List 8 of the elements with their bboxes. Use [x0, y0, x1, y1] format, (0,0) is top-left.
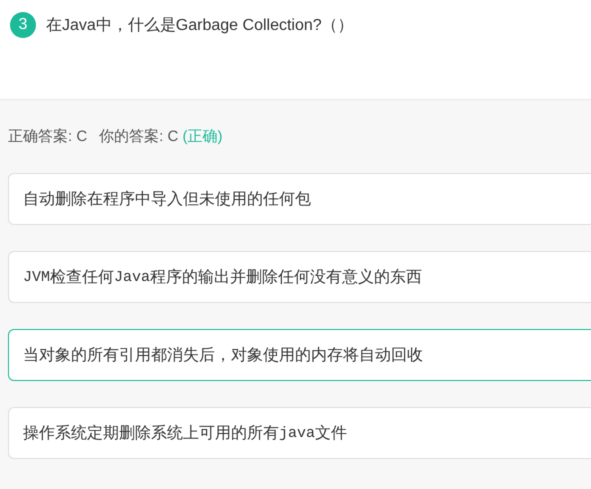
question-number: 3	[10, 12, 36, 38]
question-text: 在Java中，什么是Garbage Collection?（）	[46, 16, 354, 36]
correct-answer: 正确答案: C	[8, 127, 88, 146]
answer-option[interactable]: 操作系统定期删除系统上可用的所有java文件	[8, 407, 591, 459]
your-answer-label: 你的答案: C (正确)	[99, 127, 223, 146]
answer-option[interactable]: 当对象的所有引用都消失后，对象使用的内存将自动回收	[8, 329, 591, 381]
answer-option[interactable]: JVM检查任何Java程序的输出并删除任何没有意义的东西	[8, 251, 591, 303]
answer-option[interactable]: 自动删除在程序中导入但未使用的任何包	[8, 173, 591, 225]
